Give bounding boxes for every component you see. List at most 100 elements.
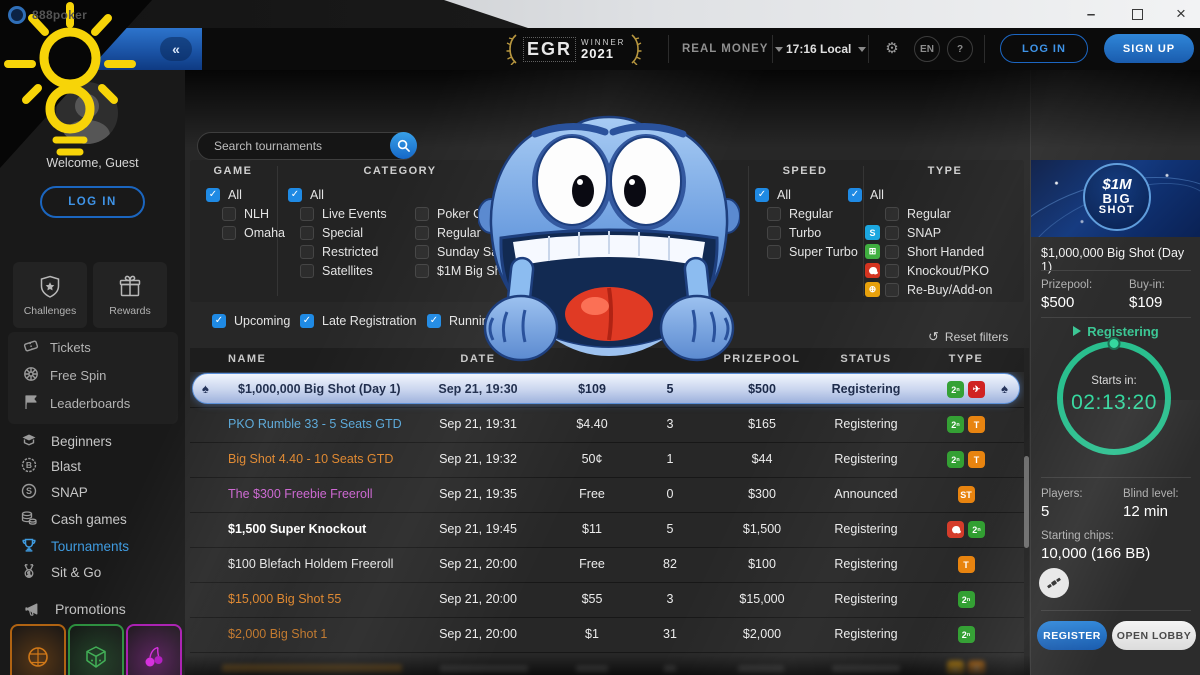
filter-option-knockout-pko[interactable]: Knockout/PKO [848, 261, 992, 280]
mascot-thumbs-up-illustration [478, 110, 740, 370]
tournament-row[interactable]: The $300 Freebie FreerollSep 21, 19:35Fr… [190, 477, 1024, 513]
maximize-button[interactable] [1120, 0, 1154, 28]
sidebar-item-cash-games[interactable]: Cash games [20, 506, 127, 532]
reset-filters-button[interactable]: ↺ Reset filters [928, 329, 1008, 345]
checkbox[interactable]: ✓ [212, 314, 226, 328]
tournament-row[interactable]: PKO Rumble 33 - 5 Seats GTDSep 21, 19:31… [190, 407, 1024, 443]
blind-level-label: Blind level: [1123, 488, 1179, 500]
checkbox[interactable] [300, 207, 314, 221]
filter-option-all[interactable]: ✓All [206, 185, 285, 204]
rewards-card[interactable]: Rewards [93, 262, 167, 328]
search-input[interactable] [212, 133, 386, 159]
filter-option-all[interactable]: ✓All [848, 185, 992, 204]
checkbox[interactable] [415, 245, 429, 259]
header-type[interactable]: TYPE [918, 353, 1014, 365]
help-button[interactable]: ? [947, 36, 973, 62]
filter-option-all[interactable]: ✓All [755, 185, 858, 204]
filter-option-satellites[interactable]: Satellites [288, 261, 387, 280]
scrollbar-thumb[interactable] [1024, 456, 1029, 548]
snap-icon: S [20, 482, 38, 503]
register-button[interactable]: REGISTER [1037, 621, 1107, 650]
filter-option-turbo[interactable]: Turbo [755, 223, 858, 242]
filter-option-nlh[interactable]: NLH [206, 204, 285, 223]
tournament-row[interactable]: Big Shot 4.40 - 10 Seats GTDSep 21, 19:3… [190, 442, 1024, 478]
tournament-row[interactable]: $100 Blefach Holdem FreerollSep 21, 20:0… [190, 547, 1024, 583]
search-button[interactable] [390, 132, 417, 159]
minimize-button[interactable]: – [1074, 0, 1108, 28]
checkbox[interactable] [415, 226, 429, 240]
filter-option-re-buy-add-on[interactable]: ⊕Re-Buy/Add-on [848, 280, 992, 299]
filter-option-snap[interactable]: SSNAP [848, 223, 992, 242]
tournament-row[interactable]: $2,000 Big Shot 1Sep 21, 20:00$131$2,000… [190, 617, 1024, 653]
travel-badge-icon: ✈ [968, 381, 985, 398]
filter-option-super-turbo[interactable]: Super Turbo [755, 242, 858, 261]
casino-cherries-tile[interactable] [126, 624, 182, 675]
tournament-row[interactable]: +T [190, 652, 1024, 675]
sidebar-item-sit-go[interactable]: 1Sit & Go [20, 559, 101, 585]
filter-option-regular[interactable]: Regular [848, 204, 992, 223]
checkbox[interactable]: ✓ [427, 314, 441, 328]
sidebar-item-tournaments[interactable]: Tournaments [20, 533, 129, 559]
filter-option-regular[interactable]: Regular [755, 204, 858, 223]
checkbox[interactable]: ✓ [300, 314, 314, 328]
filter-option-live-events[interactable]: Live Events [288, 204, 387, 223]
language-button[interactable]: EN [914, 36, 940, 62]
checkbox[interactable]: ✓ [755, 188, 769, 202]
sidebar-item-promotions[interactable]: Promotions [24, 596, 126, 622]
checkbox[interactable] [415, 207, 429, 221]
checkbox[interactable]: ✓ [206, 188, 220, 202]
tournament-row[interactable]: ♠♠$1,000,000 Big Shot (Day 1)Sep 21, 19:… [190, 372, 1024, 408]
tournament-row[interactable]: $15,000 Big Shot 55Sep 21, 20:00$553$15,… [190, 582, 1024, 618]
header-name[interactable]: NAME [228, 353, 266, 365]
checkbox[interactable] [300, 264, 314, 278]
checkbox[interactable]: ✓ [848, 188, 862, 202]
filter-option-short-handed[interactable]: ⊞Short Handed [848, 242, 992, 261]
tournament-row[interactable]: $1,500 Super KnockoutSep 21, 19:45$115$1… [190, 512, 1024, 548]
sidebar-item-free-spin[interactable]: Free Spin [22, 364, 106, 386]
sidebar-item-beginners[interactable]: Beginners [20, 428, 112, 454]
sports-tile[interactable] [10, 624, 66, 675]
filter-option-all[interactable]: ✓All [288, 185, 387, 204]
filter-option-special[interactable]: Special [288, 223, 387, 242]
sidebar-item-leaderboards[interactable]: Leaderboards [22, 392, 130, 414]
checkbox[interactable]: ✓ [288, 188, 302, 202]
challenges-card[interactable]: Challenges [13, 262, 87, 328]
filter-option-restricted[interactable]: Restricted [288, 242, 387, 261]
sidebar-item-blast[interactable]: BBlast [20, 453, 81, 479]
satellite-button[interactable] [1039, 568, 1069, 598]
checkbox[interactable] [767, 226, 781, 240]
checkbox[interactable] [300, 226, 314, 240]
checkbox[interactable] [415, 264, 429, 278]
checkbox[interactable] [767, 207, 781, 221]
checkbox[interactable] [767, 245, 781, 259]
table-scrollbar[interactable] [1024, 348, 1029, 675]
sidebar-item-tickets[interactable]: Tickets [22, 336, 91, 358]
filter-option-label: NLH [244, 207, 269, 221]
checkbox[interactable] [885, 264, 899, 278]
status-filter-upcoming[interactable]: ✓Upcoming [212, 312, 290, 330]
signup-button[interactable]: SIGN UP [1104, 34, 1194, 63]
collapse-sidebar-button[interactable]: « [160, 37, 192, 61]
header-status[interactable]: STATUS [806, 353, 926, 365]
sidebar-login-button[interactable]: LOG IN [40, 186, 145, 218]
casino-dice-tile[interactable] [68, 624, 124, 675]
checkbox[interactable] [222, 207, 236, 221]
checkbox[interactable] [885, 207, 899, 221]
checkbox[interactable] [885, 245, 899, 259]
close-button[interactable]: × [1164, 0, 1198, 28]
checkbox[interactable] [885, 226, 899, 240]
sidebar-item-snap[interactable]: SSNAP [20, 479, 88, 505]
blind-level-value: 12 min [1123, 503, 1168, 520]
checkbox[interactable] [300, 245, 314, 259]
money-mode-dropdown[interactable]: REAL MONEY [682, 28, 783, 70]
players-label: Players: [1041, 488, 1083, 500]
open-lobby-button[interactable]: OPEN LOBBY [1112, 621, 1196, 650]
settings-gear-icon[interactable]: ⚙ [884, 41, 900, 57]
status-filter-late-registration[interactable]: ✓Late Registration [300, 312, 417, 330]
local-time-dropdown[interactable]: 17:16 Local [786, 28, 866, 70]
checkbox[interactable] [885, 283, 899, 297]
sports-ball-icon [25, 644, 51, 670]
login-button[interactable]: LOG IN [1000, 34, 1088, 63]
checkbox[interactable] [222, 226, 236, 240]
filter-option-omaha[interactable]: Omaha [206, 223, 285, 242]
